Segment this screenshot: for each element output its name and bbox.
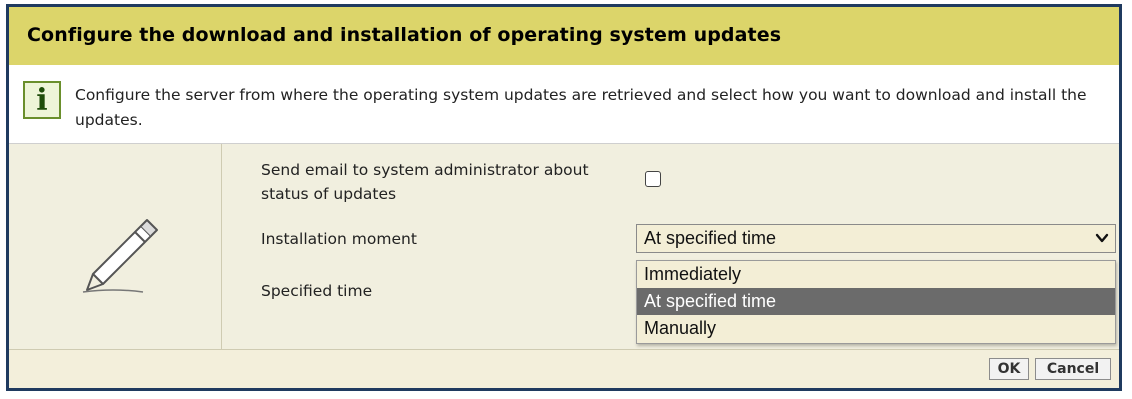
specified-time-label: Specified time [261,282,373,300]
ok-button[interactable]: OK [989,358,1029,380]
chevron-down-icon [1095,233,1109,243]
email-notification-checkbox[interactable] [645,171,661,187]
info-icon: i [23,81,61,119]
dialog-title: Configure the download and installation … [27,24,782,46]
installation-moment-options: Immediately At specified time Manually [636,260,1116,344]
form-area: Send email to system administrator about… [9,144,1119,350]
dialog-title-bar: Configure the download and installation … [9,7,1119,66]
option-manually[interactable]: Manually [637,315,1115,342]
installation-moment-select[interactable]: At specified time [636,224,1116,253]
dialog-footer: OK Cancel [9,349,1119,388]
form-icon-column [9,144,222,350]
option-immediately[interactable]: Immediately [637,261,1115,288]
email-notification-label: Send email to system administrator about… [261,161,589,203]
option-at-specified-time[interactable]: At specified time [637,288,1115,315]
installation-moment-value: At specified time [644,228,777,248]
cancel-button[interactable]: Cancel [1035,358,1111,380]
update-settings-dialog: Configure the download and installation … [6,4,1122,391]
installation-moment-label: Installation moment [261,230,417,248]
info-text: Configure the server from where the oper… [75,86,1087,129]
pencil-icon [82,219,158,293]
info-banner: i Configure the server from where the op… [9,65,1119,144]
